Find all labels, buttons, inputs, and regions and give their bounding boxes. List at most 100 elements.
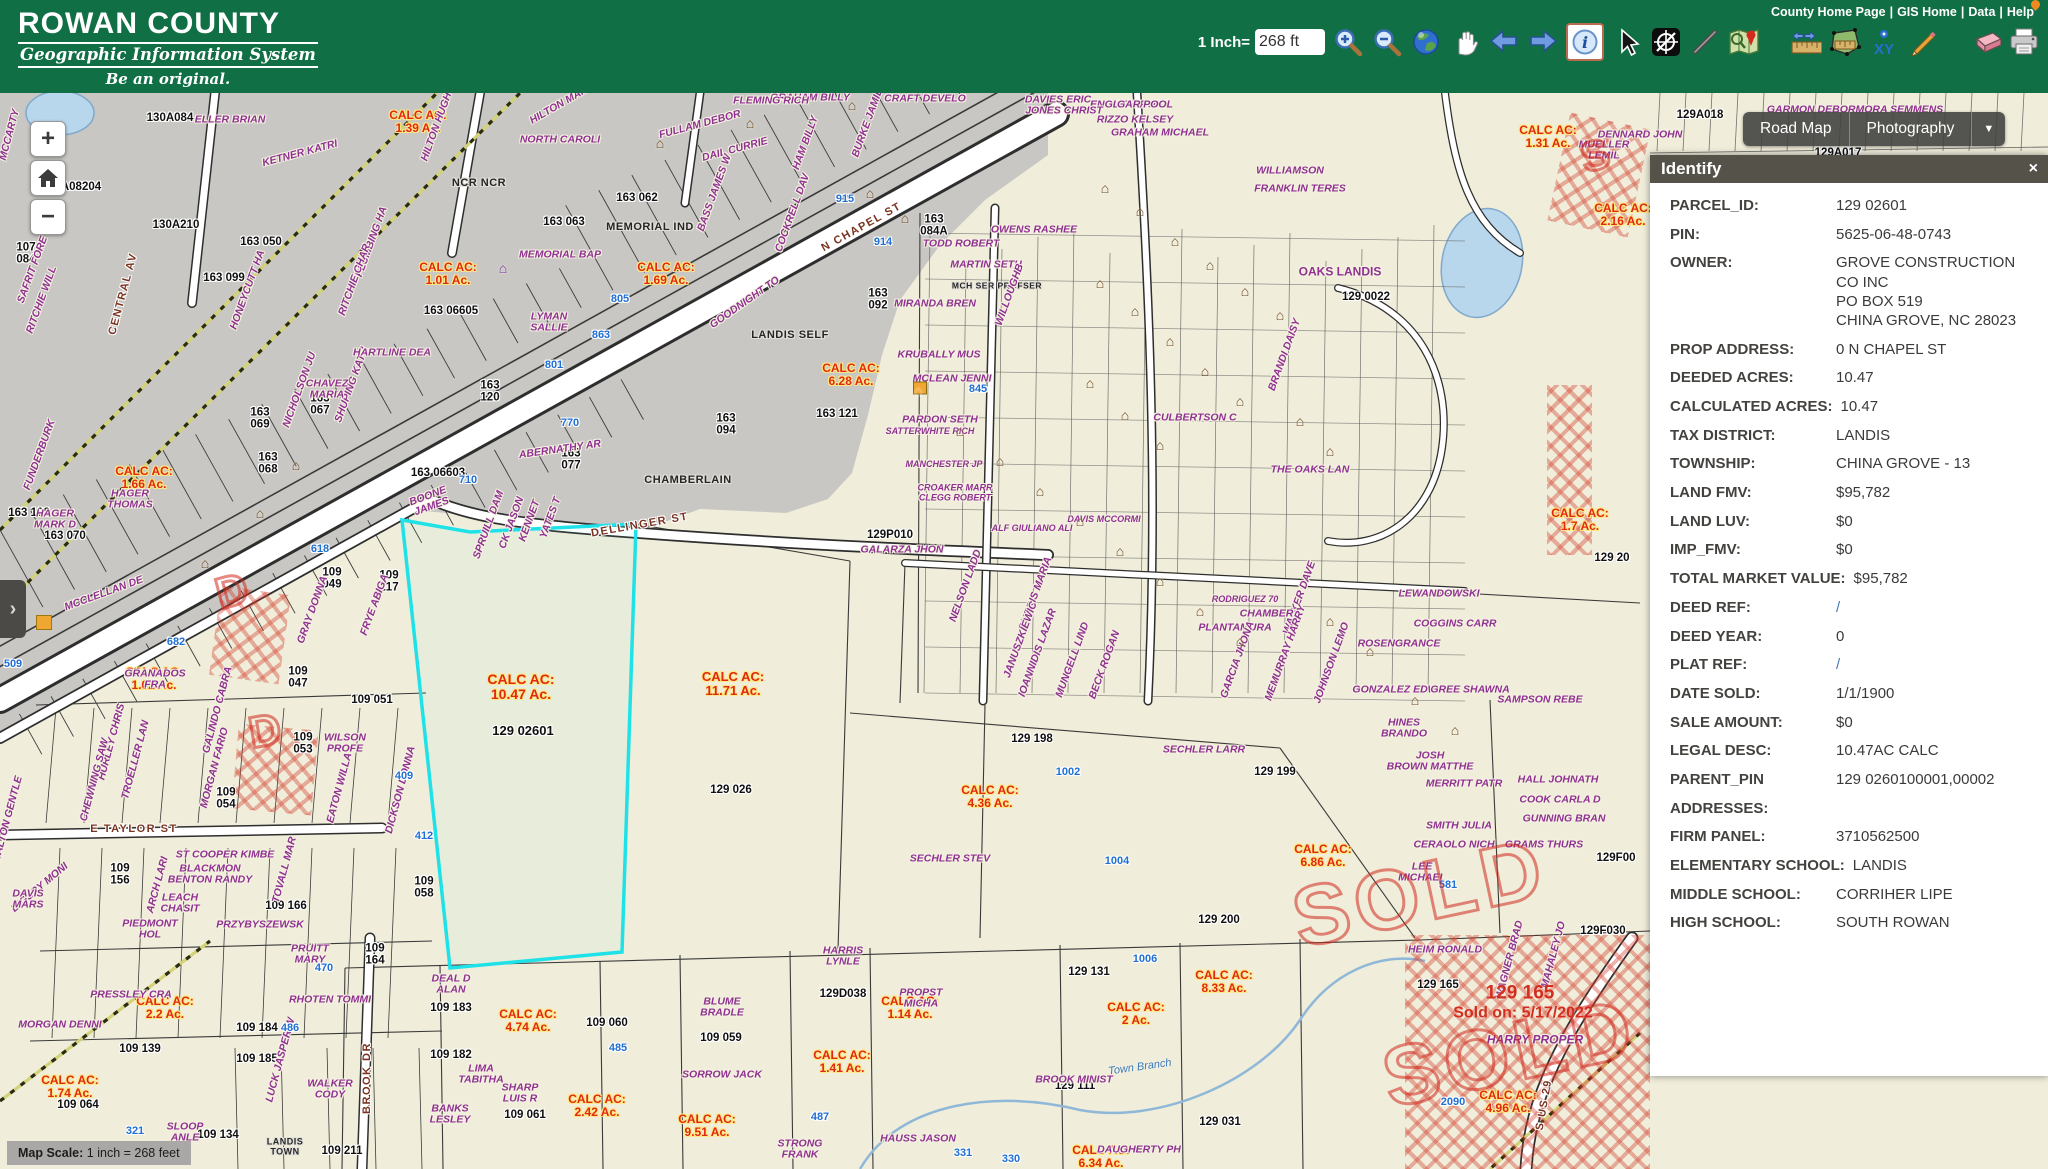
eraser-icon[interactable] [1969,26,2001,58]
identify-row: TOTAL MARKET VALUE:$95,782 [1670,569,2042,588]
map-label: 129 165 [1417,979,1459,991]
map-label: GONZALEZ EDW [1352,684,1437,695]
xy-coordinates-icon[interactable]: XY [1868,26,1900,58]
map-label: SAMPSON REBE [1497,694,1582,705]
map-label: CALC AC: 4.36 Ac. [961,784,1019,810]
forward-arrow-icon[interactable] [1527,26,1559,58]
map-label: 321 [126,1126,144,1138]
scale-input[interactable] [1255,29,1325,55]
sidebar-expand-tab[interactable]: › [0,580,26,638]
map-label: SECHLER LARR [1163,744,1245,755]
identify-panel-body: PARCEL_ID:129 02601PIN:5625-06-48-0743OW… [1650,183,2048,948]
map-label: PROPST MICHA [899,988,942,1011]
map-label: 682 [167,637,185,649]
map-label: 109 166 [265,900,307,912]
map-label: CERAOLO NICH [1413,839,1494,850]
globe-icon[interactable] [1410,26,1442,58]
identify-field-label: TOTAL MARKET VALUE: [1670,569,1854,588]
draw-pencil-icon[interactable] [1907,26,1939,58]
map-label: PRUITT MARY [291,944,329,967]
header-link-help[interactable]: Help [2007,5,2034,19]
identify-row: ELEMENTARY SCHOOL:LANDIS [1670,856,2042,875]
pan-hand-icon[interactable] [1449,26,1481,58]
map-home-button[interactable] [30,160,66,196]
map-label: 163 067 [310,393,329,418]
select-pointer-icon[interactable] [1611,26,1643,58]
map-label: LEWANDOWSKI [1398,588,1479,599]
map-label: CALC AC: 4.96 Ac. [1479,1089,1537,1115]
basemap-dropdown-icon[interactable]: ▼ [1971,112,2005,146]
back-arrow-icon[interactable] [1488,26,1520,58]
basemap-switcher: Road Map Photography ▼ [1743,112,2005,146]
map-label: MCH SER PROFSER [952,281,1042,290]
app-header: ROWAN COUNTY Geographic Information Syst… [0,0,2048,93]
header-link-county-home-page[interactable]: County Home Page [1771,5,1886,19]
identify-panel-header[interactable]: Identify × [1650,155,2048,183]
identify-row: PLAT REF:/ [1670,655,2042,674]
map-zoom-in-button[interactable]: + [30,121,66,157]
map-label: MEMORIAL IND [606,222,694,234]
map-label: CHAVEZ MARIA [306,379,348,402]
identify-field-label: OWNER: [1670,253,1836,330]
close-icon[interactable]: × [2029,160,2038,178]
print-icon[interactable] [2008,26,2040,58]
map-label: WALTON GENTLE [0,775,25,865]
basemap-road-map-button[interactable]: Road Map [1743,112,1849,146]
identify-row: TOWNSHIP:CHINA GROVE - 13 [1670,454,2042,473]
map-label: CALC AC: 1.39 Ac. [389,109,447,135]
header-link-gis-home[interactable]: GIS Home [1897,5,1957,19]
map-label: CALC AC: 8.33 Ac. [1195,969,1253,995]
map-label: SHUPING KATH [333,346,371,424]
map-label: 109 059 [700,1032,742,1044]
map-label: JOHNSON LEMO [1312,621,1352,705]
map-label: 109 134 [197,1129,239,1141]
map-label: DAVIS MARS [12,889,43,912]
identify-row: DEED YEAR:0 [1670,627,2042,646]
measure-area-icon[interactable] [1829,26,1861,58]
zoom-out-icon[interactable] [1371,26,1403,58]
identify-field-value: 129 0260100001,00002 [1836,770,1995,789]
identify-field-value: $95,782 [1854,569,1908,588]
identify-field-label: DEEDED ACRES: [1670,368,1836,387]
map-label: RHOTEN TOMMI [289,994,371,1005]
map-label: MAHALEY JO [1540,920,1569,989]
basemap-photography-button[interactable]: Photography [1849,112,1972,146]
identify-field-value[interactable]: / [1836,598,1840,617]
header-link-data[interactable]: Data [1968,5,1995,19]
map-label: 163 121 [816,408,858,420]
map-label: CALC AC: 1.69 Ac. [637,261,695,287]
map-label: 109 051 [351,694,393,706]
target-crosshair-icon[interactable] [1650,26,1682,58]
map-label: HARRY PROPER [1487,1034,1583,1047]
map-label: 163 068 [258,452,277,477]
measure-distance-icon[interactable] [1790,26,1822,58]
map-label: 109 217 [379,570,398,595]
map-label: CALC AC: 1.31 Ac. [1519,124,1577,150]
map-label: 109 139 [119,1043,161,1055]
map-label: MCCARTY [0,108,22,161]
map-label: CROAKER MARR CLEGG ROBERT [918,483,993,502]
map-label: GRAHAM MICHAEL [1111,127,1209,138]
map-label: HARTLINE DEA [353,347,431,358]
identify-field-value[interactable]: / [1836,655,1840,674]
measure-line-icon[interactable] [1689,26,1721,58]
map-label: CALC AC: 2.2 Ac. [136,995,194,1021]
map-label: 163 120 [480,380,499,405]
zoom-in-icon[interactable] [1332,26,1364,58]
map-label: FRYE ABIGA [359,573,392,637]
map-label: CHAMBERS [1240,608,1301,619]
map-label: 109 054 [216,787,235,812]
identify-info-icon[interactable]: i [1566,23,1604,61]
map-label: 129 200 [1198,914,1240,926]
map-label: CHEWNING SAW [79,737,112,822]
map-label: HEIM RONALD [1408,944,1482,955]
identify-row: ADDRESSES: [1670,799,2042,818]
map-label: ENGLISH ROBE [1090,99,1170,110]
identify-field-label: MIDDLE SCHOOL: [1670,885,1836,904]
map-label: FULLAM DEBOR [658,109,742,142]
map-label: FLEMING RICH [733,95,809,106]
map-zoom-out-button[interactable]: − [30,199,66,235]
map-label: 845 [969,384,987,396]
map-locator-icon[interactable] [1728,26,1760,58]
map-label: BOONE JAMES [408,485,452,519]
